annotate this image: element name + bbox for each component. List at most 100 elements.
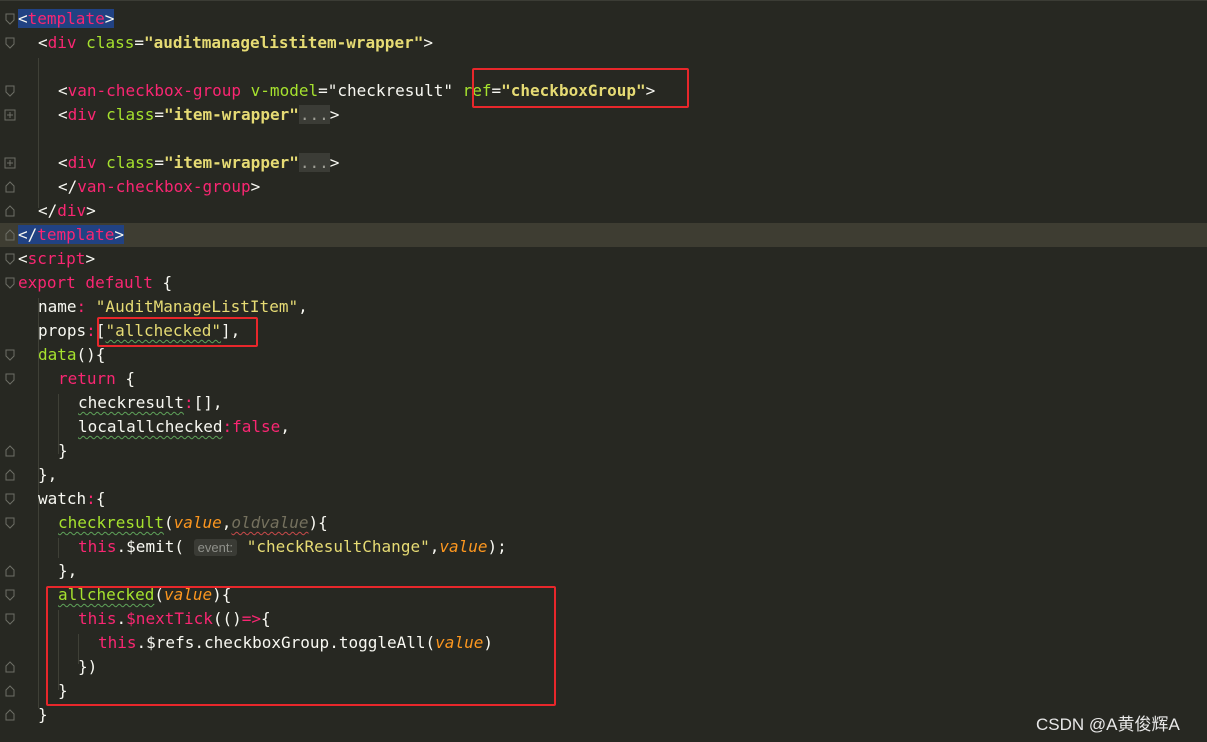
tag-bracket: > [250,177,261,196]
fold-end-icon[interactable] [4,565,16,577]
code-line-current[interactable]: </template> [0,223,1207,247]
property-key: localallchecked [78,417,223,436]
unused-parameter: oldvalue [231,513,309,532]
fold-expand-icon[interactable] [4,157,16,169]
fold-end-icon[interactable] [4,445,16,457]
function-name: data [38,345,77,364]
tag-bracket: > [329,105,340,124]
code-line[interactable]: checkresult:[], [0,391,1207,415]
fold-collapse-icon[interactable] [4,13,16,25]
fold-collapse-icon[interactable] [4,277,16,289]
fold-collapse-icon[interactable] [4,589,16,601]
tag-name: template [27,9,105,28]
tag-name: div [67,105,97,124]
colon: : [222,417,233,436]
code-line[interactable]: </div> [0,199,1207,223]
fold-collapse-icon[interactable] [4,613,16,625]
equals-sign: = [154,105,164,124]
fold-collapse-icon[interactable] [4,253,16,265]
fold-collapse-icon[interactable] [4,373,16,385]
tag-bracket: < [58,153,68,172]
punctuation: ( [174,537,184,556]
code-line[interactable]: } [0,703,1207,727]
attribute-value: "item-wrapper" [163,153,299,172]
punctuation: (){ [76,345,106,364]
punctuation: ){ [308,513,328,532]
punctuation: ); [487,537,507,556]
attribute-value: "checkresult" [327,81,453,100]
code-line[interactable]: return { [0,367,1207,391]
code-line[interactable]: this.$emit( event: "checkResultChange",v… [0,535,1207,559]
code-line[interactable]: export default { [0,271,1207,295]
highlight-box-ref [472,68,689,108]
fold-collapse-icon[interactable] [4,85,16,97]
tag-bracket: > [329,153,340,172]
punctuation: ( [163,513,174,532]
code-editor[interactable]: <template> <div class="auditmanagelistit… [0,0,1207,742]
attribute-value: "item-wrapper" [163,105,299,124]
keyword: false [232,417,281,436]
attribute-value: "auditmanagelistitem-wrapper" [143,33,424,52]
method-call: $emit [126,537,175,556]
code-line[interactable]: watch:{ [0,487,1207,511]
tag-name: template [37,225,115,244]
code-line[interactable]: </van-checkbox-group> [0,175,1207,199]
attribute-name: class [76,33,135,52]
folded-region[interactable]: ... [298,105,330,124]
code-line[interactable]: name: "AuditManageListItem", [0,295,1207,319]
code-line[interactable]: <template> [0,7,1207,31]
code-line[interactable]: checkresult(value,oldvalue){ [0,511,1207,535]
fold-end-icon[interactable] [4,229,16,241]
punctuation: { [95,489,106,508]
punctuation: , [280,417,290,436]
punctuation: , [221,513,232,532]
colon: : [86,489,96,508]
tag-bracket: > [423,33,433,52]
property-key: props [38,321,87,340]
punctuation: }, [38,465,58,484]
attribute-name: class [96,153,155,172]
fold-end-icon[interactable] [4,709,16,721]
fold-end-icon[interactable] [4,469,16,481]
code-line[interactable]: localallchecked:false, [0,415,1207,439]
punctuation: { [115,369,136,388]
fold-collapse-icon[interactable] [4,493,16,505]
tag-bracket: </ [38,201,58,220]
code-line[interactable]: }, [0,463,1207,487]
fold-end-icon[interactable] [4,661,16,673]
code-line[interactable]: <script> [0,247,1207,271]
function-name: checkresult [58,513,164,532]
equals-sign: = [318,81,328,100]
punctuation: , [298,297,308,316]
tag-bracket: </ [18,225,38,244]
tag-name: van-checkbox-group [67,81,242,100]
fold-end-icon[interactable] [4,685,16,697]
property-key: name [38,297,77,316]
tag-bracket: > [114,225,124,244]
string-literal: "checkResultChange" [246,537,430,556]
fold-expand-icon[interactable] [4,109,16,121]
tag-bracket: < [58,105,68,124]
tag-bracket: < [18,249,28,268]
punctuation: }, [58,561,78,580]
code-line[interactable]: <div class="auditmanagelistitem-wrapper"… [0,31,1207,55]
fold-end-icon[interactable] [4,205,16,217]
tag-name: div [47,33,77,52]
equals-sign: = [134,33,144,52]
punctuation: , [429,537,440,556]
fold-collapse-icon[interactable] [4,349,16,361]
string-literal: "AuditManageListItem" [95,297,299,316]
highlight-box-props [97,317,258,347]
code-line[interactable]: <div class="item-wrapper"...> [0,151,1207,175]
tag-name: div [57,201,87,220]
fold-end-icon[interactable] [4,181,16,193]
colon: : [183,393,194,412]
folded-region[interactable]: ... [298,153,330,172]
tag-bracket: > [86,201,96,220]
tag-bracket: < [58,81,68,100]
code-line[interactable]: } [0,439,1207,463]
code-line[interactable]: }, [0,559,1207,583]
fold-collapse-icon[interactable] [4,37,16,49]
keyword: export default [18,273,153,292]
fold-collapse-icon[interactable] [4,517,16,529]
